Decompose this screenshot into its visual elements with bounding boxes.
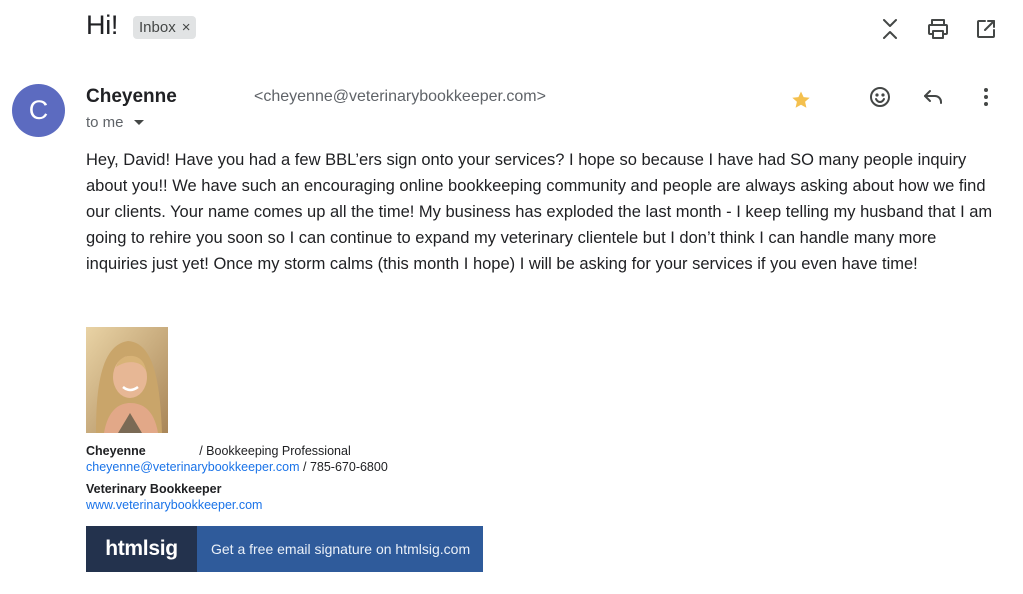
htmlsig-cta[interactable]: Get a free email signature on htmlsig.co…	[197, 526, 483, 572]
print-icon[interactable]	[925, 16, 951, 42]
emoji-react-icon[interactable]	[867, 84, 893, 110]
signature-company-line: Veterinary Bookkeeper	[86, 481, 222, 497]
signature-name: Cheyenne	[86, 444, 146, 458]
signature-title: / Bookkeeping Professional	[199, 444, 351, 458]
reply-icon[interactable]	[920, 84, 946, 110]
recipient-text: to me	[86, 114, 124, 131]
inbox-label-text: Inbox	[139, 19, 176, 36]
star-icon[interactable]	[789, 88, 813, 112]
inbox-label-chip[interactable]: Inbox ×	[133, 16, 197, 39]
signature-website-line: www.veterinarybookkeeper.com	[86, 497, 262, 513]
sender-avatar[interactable]: C	[12, 84, 65, 137]
signature-email-link[interactable]: cheyenne@veterinarybookkeeper.com	[86, 460, 300, 474]
signature-contact-line: cheyenne@veterinarybookkeeper.com / 785-…	[86, 459, 388, 475]
sender-email: <cheyenne@veterinarybookkeeper.com>	[254, 88, 546, 105]
signature-name-line: Cheyenne / Bookkeeping Professional	[86, 443, 351, 459]
expand-collapse-icon[interactable]	[877, 16, 903, 42]
signature-website-link[interactable]: www.veterinarybookkeeper.com	[86, 498, 262, 512]
redaction-block	[145, 445, 196, 455]
signature-photo	[86, 327, 168, 433]
open-in-new-window-icon[interactable]	[973, 16, 999, 42]
recipient-details-toggle[interactable]: to me	[86, 114, 144, 131]
chevron-down-icon	[133, 120, 144, 125]
htmlsig-logo[interactable]: htmlsig	[86, 526, 197, 572]
message-body: Hey, David! Have you had a few BBL’ers s…	[86, 151, 993, 273]
more-options-icon[interactable]	[973, 84, 999, 110]
sender-name[interactable]: Cheyenne	[86, 86, 177, 108]
remove-label-icon[interactable]: ×	[182, 19, 191, 36]
signature-company: Veterinary Bookkeeper	[86, 482, 222, 496]
email-subject: Hi!	[86, 10, 119, 40]
htmlsig-banner[interactable]: htmlsig Get a free email signature on ht…	[86, 526, 483, 572]
signature-phone: / 785-670-6800	[303, 460, 388, 474]
